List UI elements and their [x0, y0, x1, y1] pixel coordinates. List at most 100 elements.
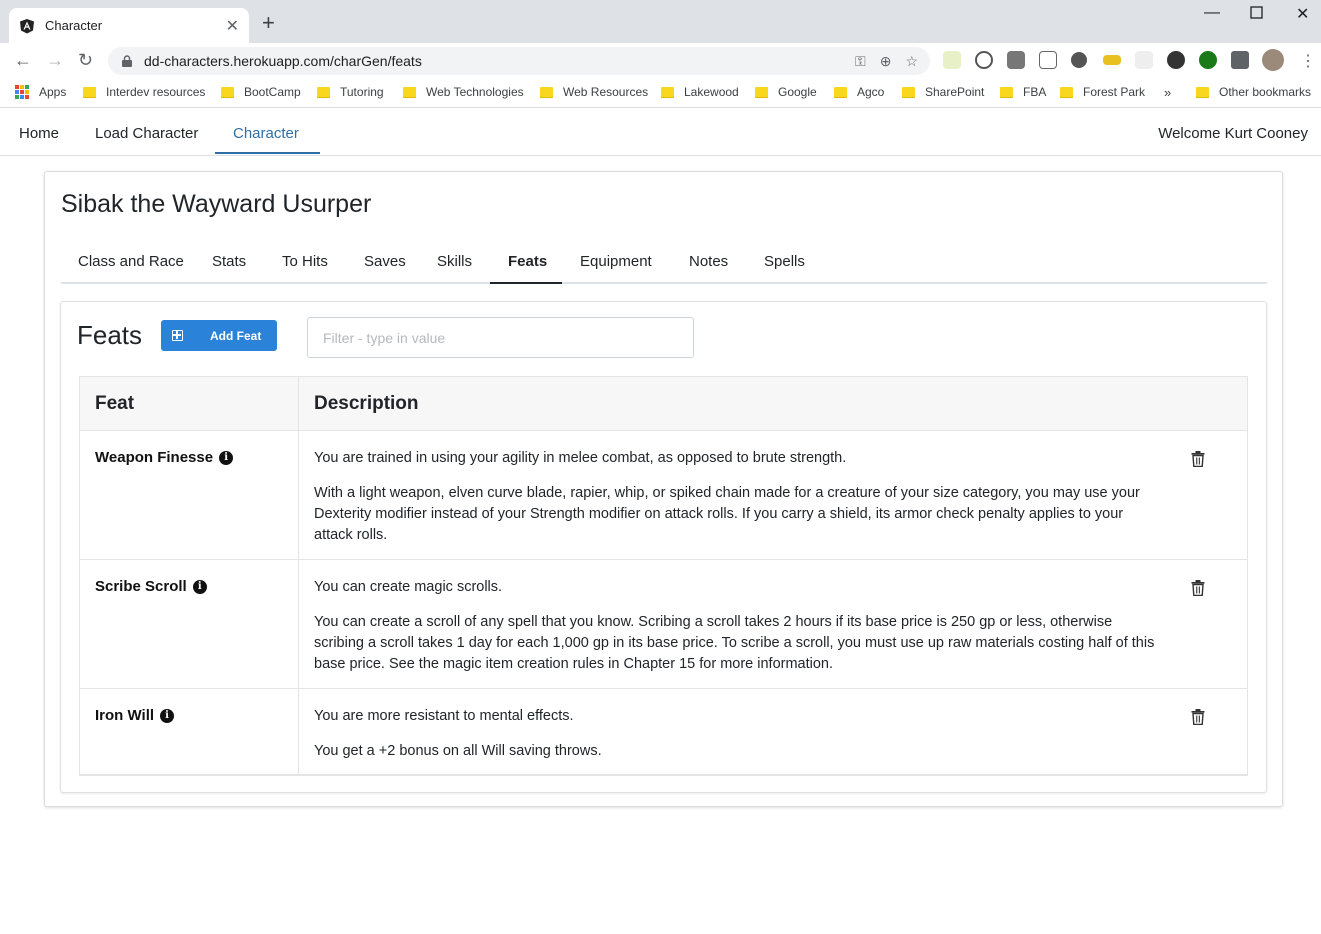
folder-icon [755, 86, 768, 98]
bookmark-label: Lakewood [684, 85, 739, 99]
column-divider [298, 377, 299, 775]
extension-icon[interactable] [1199, 51, 1217, 69]
folder-icon [540, 86, 553, 98]
bookmark-label: Forest Park [1083, 85, 1146, 99]
nav-character[interactable]: Character [233, 125, 299, 142]
table-header: Feat Description [80, 377, 1247, 431]
translate-icon[interactable] [1039, 51, 1057, 69]
app-navbar: Home Load Character Character Welcome Ku… [0, 111, 1321, 156]
bookmark-label: SharePoint [925, 85, 985, 99]
info-icon[interactable]: i [219, 450, 234, 465]
star-icon[interactable]: ☆ [905, 53, 918, 70]
feat-name-label: Weapon Finesse [95, 449, 214, 466]
trash-icon[interactable] [1191, 709, 1205, 725]
nav-home[interactable]: Home [19, 125, 59, 142]
bookmark-apps[interactable]: Apps [15, 85, 66, 99]
tab-feats[interactable]: Feats [508, 253, 547, 270]
tab-class-and-race[interactable]: Class and Race [78, 253, 184, 270]
bookmark-folder[interactable]: Google [755, 85, 817, 99]
folder-icon [834, 86, 847, 98]
maximize-icon[interactable] [1250, 6, 1263, 24]
feat-name-label: Iron Will [95, 707, 155, 724]
welcome-text: Welcome Kurt Cooney [1158, 125, 1308, 142]
bookmark-label: Tutoring [340, 85, 384, 99]
browser-tab-title: Character [45, 18, 103, 33]
filter-input[interactable] [307, 317, 694, 358]
bookmark-folder[interactable]: Other bookmarks [1196, 85, 1311, 99]
character-tabs: Class and Race Stats To Hits Saves Skill… [61, 247, 1267, 284]
tab-skills[interactable]: Skills [437, 253, 472, 270]
bookmark-folder[interactable]: Tutoring [317, 85, 384, 99]
feat-description: You can create magic scrolls. You can cr… [314, 577, 1164, 689]
extension-icon[interactable] [1167, 51, 1185, 69]
add-feat-button[interactable]: Add Feat [161, 320, 277, 351]
nav-load-character[interactable]: Load Character [95, 125, 198, 142]
close-tab-icon[interactable]: ✕ [226, 16, 239, 36]
minimize-icon[interactable]: — [1204, 4, 1220, 22]
folder-icon [403, 86, 416, 98]
forward-icon[interactable]: → [46, 50, 64, 70]
feat-summary: You are more resistant to mental effects… [314, 708, 574, 724]
tab-to-hits[interactable]: To Hits [282, 253, 328, 270]
new-tab-icon[interactable]: + [262, 12, 275, 34]
tab-equipment[interactable]: Equipment [580, 253, 652, 270]
table-row: Scribe Scroll i You can create magic scr… [80, 560, 1247, 689]
bookmark-label: » [1164, 85, 1172, 100]
tab-saves[interactable]: Saves [364, 253, 406, 270]
tab-active-indicator [490, 282, 562, 284]
address-bar[interactable]: dd-characters.herokuapp.com/charGen/feat… [108, 47, 930, 75]
bookmark-folder[interactable]: Agco [834, 85, 884, 99]
trash-icon[interactable] [1191, 580, 1205, 596]
bookmark-folder[interactable]: BootCamp [221, 85, 301, 99]
bookmarks-bar: Apps Interdev resources BootCamp Tutorin… [0, 78, 1321, 108]
tab-notes[interactable]: Notes [689, 253, 728, 270]
tab-stats[interactable]: Stats [212, 253, 246, 270]
folder-icon [1196, 86, 1209, 98]
folder-icon [1060, 86, 1073, 98]
feats-heading: Feats [77, 320, 143, 350]
character-name: Sibak the Wayward Usurper [61, 190, 372, 218]
folder-icon [317, 86, 330, 98]
browser-tab[interactable]: Character ✕ [9, 8, 249, 43]
bookmark-label: Web Technologies [426, 85, 524, 99]
tab-spells[interactable]: Spells [764, 253, 805, 270]
close-window-icon[interactable]: ✕ [1296, 4, 1309, 24]
bookmark-folder[interactable]: Forest Park [1060, 85, 1145, 99]
bookmark-folder[interactable]: Interdev resources [83, 85, 205, 99]
puzzle-icon[interactable] [1231, 51, 1249, 69]
url-text: dd-characters.herokuapp.com/charGen/feat… [144, 53, 422, 69]
back-icon[interactable]: ← [14, 50, 32, 70]
avatar[interactable] [1262, 49, 1284, 71]
trash-icon[interactable] [1191, 451, 1205, 467]
zoom-icon[interactable]: ⊕ [880, 53, 892, 70]
feats-panel: Feats Add Feat Feat Description Weapon F… [60, 301, 1267, 793]
info-icon[interactable]: i [192, 579, 207, 594]
column-header-feat[interactable]: Feat [95, 393, 134, 415]
bookmark-label: FBA [1023, 85, 1047, 99]
bookmark-folder[interactable]: Lakewood [661, 85, 739, 99]
info-icon[interactable]: i [160, 708, 175, 723]
reload-icon[interactable]: ↻ [78, 50, 93, 70]
extension-icon[interactable] [1135, 51, 1153, 69]
extension-icon[interactable] [1103, 55, 1121, 65]
bookmark-label: Interdev resources [106, 85, 206, 99]
bookmark-label: Agco [857, 85, 885, 99]
extension-icon[interactable] [1007, 51, 1025, 69]
extension-icon[interactable] [943, 51, 961, 69]
extension-icon[interactable] [975, 51, 993, 69]
bookmarks-overflow[interactable]: » [1164, 85, 1171, 100]
column-header-description[interactable]: Description [314, 393, 419, 415]
apps-icon [15, 85, 29, 99]
bookmark-folder[interactable]: Web Resources [540, 85, 648, 99]
extension-icon[interactable] [1071, 52, 1087, 68]
bookmark-folder[interactable]: FBA [1000, 85, 1046, 99]
browser-tabstrip: Character ✕ + — ✕ [0, 0, 1321, 43]
feat-detail: With a light weapon, elven curve blade, … [314, 485, 1140, 543]
bookmark-folder[interactable]: SharePoint [902, 85, 984, 99]
lock-icon [122, 55, 132, 67]
menu-icon[interactable]: ⋮ [1300, 51, 1316, 71]
key-icon[interactable]: ⚿ [855, 53, 866, 70]
bookmark-folder[interactable]: Web Technologies [403, 85, 524, 99]
feat-name: Scribe Scroll i [95, 578, 207, 595]
plus-square-icon [172, 330, 183, 341]
